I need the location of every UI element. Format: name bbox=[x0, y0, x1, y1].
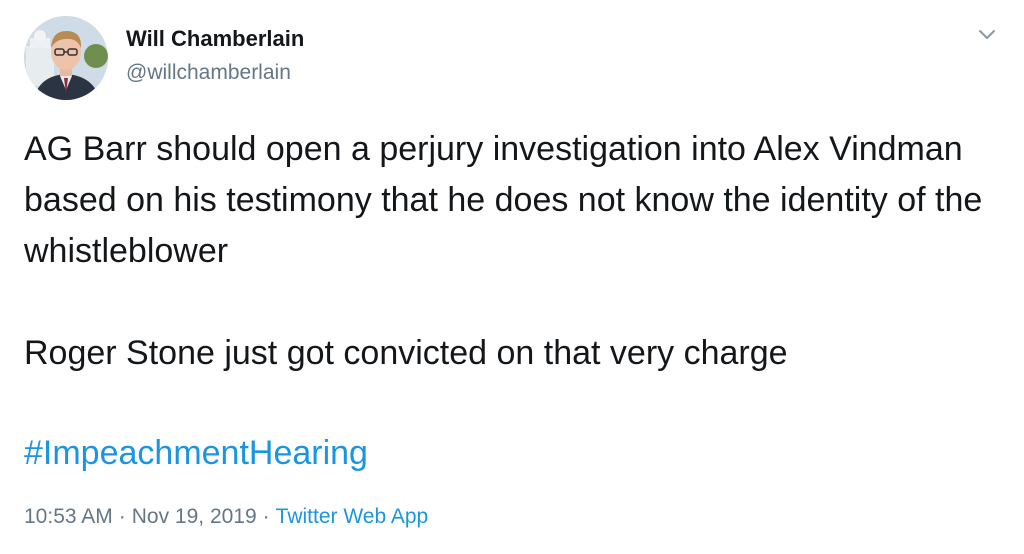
meta-separator: · bbox=[262, 505, 270, 528]
tweet-card: Will Chamberlain @willchamberlain AG Bar… bbox=[0, 0, 1024, 554]
avatar[interactable] bbox=[24, 16, 108, 100]
tweet-date[interactable]: Nov 19, 2019 bbox=[132, 505, 257, 528]
chevron-down-icon[interactable] bbox=[972, 20, 1002, 50]
tweet-source-link[interactable]: Twitter Web App bbox=[276, 505, 429, 528]
author-name[interactable]: Will Chamberlain bbox=[126, 26, 304, 52]
author-handle[interactable]: @willchamberlain bbox=[126, 61, 291, 85]
hashtag-link[interactable]: #ImpeachmentHearing bbox=[24, 431, 368, 475]
tweet-time[interactable]: 10:53 AM bbox=[24, 505, 113, 528]
tweet-meta: 10:53 AM · Nov 19, 2019 · Twitter Web App bbox=[24, 505, 428, 529]
tweet-text: AG Barr should open a perjury investigat… bbox=[24, 124, 1014, 379]
tweet-paragraph: AG Barr should open a perjury investigat… bbox=[24, 130, 983, 270]
meta-separator: · bbox=[118, 505, 126, 528]
avatar-photo bbox=[24, 16, 108, 100]
tweet-paragraph: Roger Stone just got convicted on that v… bbox=[24, 334, 788, 372]
